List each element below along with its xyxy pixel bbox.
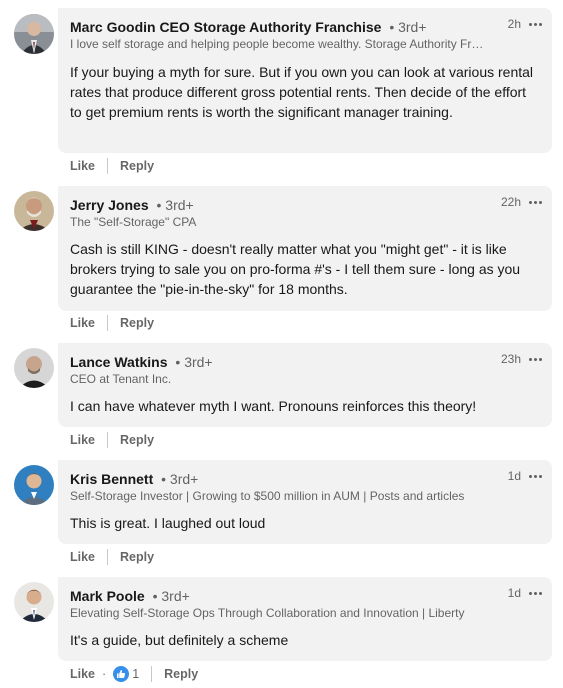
reaction-count[interactable]: 1 [132,667,139,681]
connection-degree: • 3rd+ [152,588,190,604]
comment-item: Mark Poole • 3rd+ 1d Elevating Self-Stor… [0,0,563,688]
like-button[interactable]: Like [70,667,95,681]
author-line: Mark Poole • 3rd+ [70,587,190,605]
author-headline: Elevating Self-Storage Ops Through Colla… [70,606,465,620]
reply-button[interactable]: Reply [164,667,198,681]
timestamp: 1d [507,586,521,600]
comment-text: It's a guide, but definitely a scheme [70,632,289,648]
thumbs-up-icon[interactable] [113,666,130,682]
more-options-icon[interactable] [529,587,542,599]
thumbs-up-glyph [117,670,126,678]
comment-bubble: Mark Poole • 3rd+ 1d Elevating Self-Stor… [58,577,552,661]
comment-actions: Like · 1 Reply [70,665,198,683]
reaction-separator: · [102,667,107,681]
author-name[interactable]: Mark Poole [70,588,145,604]
avatar[interactable] [14,582,54,622]
action-divider [151,666,153,682]
comment-meta: 1d [508,586,542,600]
avatar-photo [14,582,54,622]
